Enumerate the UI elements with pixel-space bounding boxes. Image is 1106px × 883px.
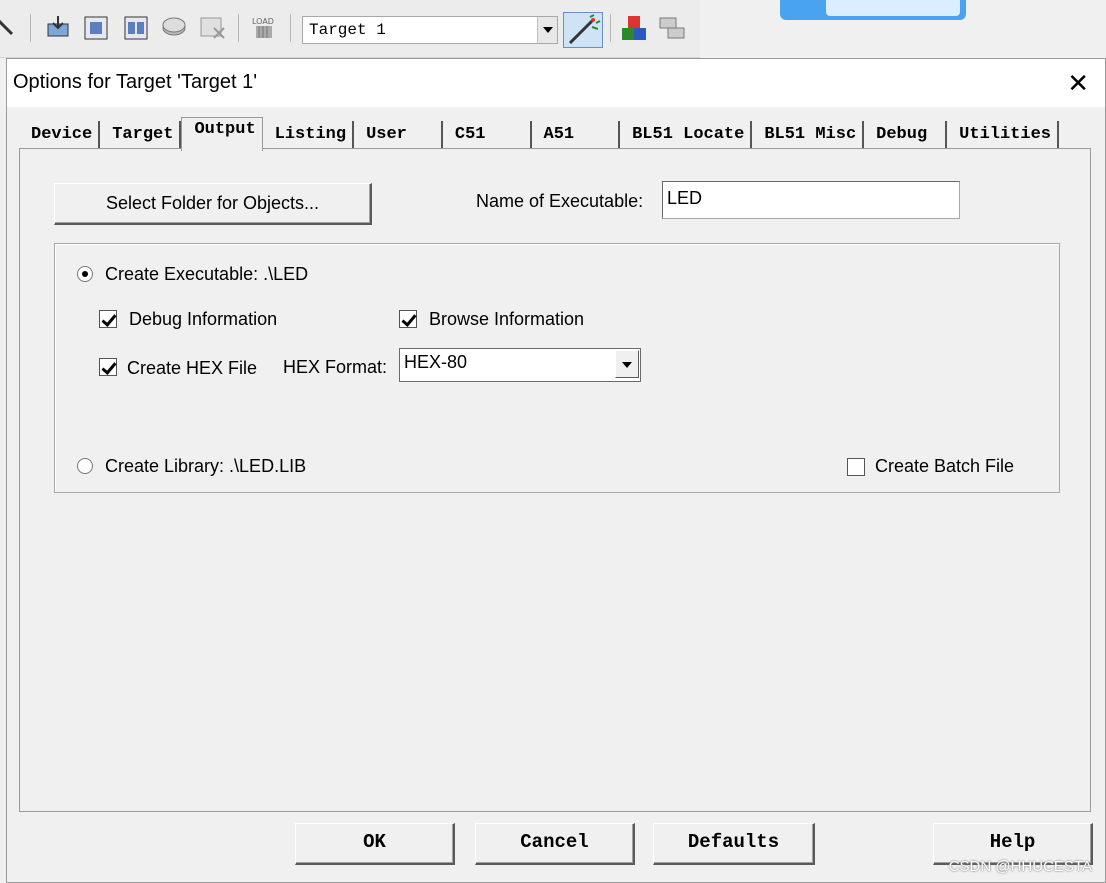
tab-bl51-locate[interactable]: BL51 Locate bbox=[620, 121, 753, 149]
create-batch-checkbox[interactable] bbox=[847, 458, 865, 476]
create-hex-label: Create HEX File bbox=[127, 358, 258, 378]
select-packs-icon[interactable] bbox=[658, 14, 686, 42]
tab-debug[interactable]: Debug bbox=[864, 121, 948, 149]
hex-format-label: HEX Format: bbox=[283, 357, 388, 377]
browse-info-label: Browse Information bbox=[429, 309, 585, 329]
create-batch-label: Create Batch File bbox=[875, 456, 1015, 476]
help-label: Help bbox=[989, 831, 1036, 853]
create-hex-checkbox[interactable] bbox=[99, 358, 117, 376]
tab-utilities[interactable]: Utilities bbox=[947, 121, 1059, 149]
target-options-icon[interactable] bbox=[563, 12, 603, 48]
external-banner bbox=[780, 0, 966, 20]
manage-components-icon[interactable] bbox=[620, 14, 648, 42]
debug-info-checkbox[interactable] bbox=[99, 310, 117, 328]
tab-target[interactable]: Target bbox=[100, 121, 182, 149]
select-folder-button[interactable]: Select Folder for Objects... bbox=[54, 183, 372, 225]
chevron-down-icon[interactable] bbox=[537, 17, 557, 43]
batch-build-icon[interactable] bbox=[160, 14, 188, 42]
arrow-icon[interactable] bbox=[0, 14, 22, 42]
build-icon[interactable] bbox=[82, 14, 110, 42]
create-library-radio[interactable] bbox=[77, 458, 93, 474]
banner-inner bbox=[826, 0, 960, 16]
toolbar-separator bbox=[290, 14, 291, 42]
tab-user[interactable]: User bbox=[354, 121, 443, 149]
cancel-button[interactable]: Cancel bbox=[475, 823, 635, 865]
tab-c51[interactable]: C51 bbox=[443, 121, 532, 149]
load-icon[interactable]: LOAD bbox=[250, 14, 278, 42]
toolbar-separator bbox=[610, 14, 611, 42]
watermark-text: CSDN @HHUCESTA bbox=[948, 858, 1092, 875]
defaults-label: Defaults bbox=[687, 831, 780, 853]
browse-info-checkbox[interactable] bbox=[399, 310, 417, 328]
options-dialog: Options for Target 'Target 1' ✕ Device T… bbox=[6, 58, 1106, 883]
download-icon[interactable] bbox=[44, 14, 72, 42]
defaults-button[interactable]: Defaults bbox=[653, 823, 815, 865]
hex-format-value: HEX-80 bbox=[404, 352, 468, 372]
create-library-label: Create Library: .\LED.LIB bbox=[105, 456, 307, 476]
dialog-title: Options for Target 'Target 1' bbox=[13, 71, 258, 93]
ok-label: OK bbox=[363, 831, 386, 853]
create-executable-radio[interactable] bbox=[77, 266, 93, 282]
chevron-down-icon[interactable] bbox=[615, 350, 639, 378]
hex-format-select[interactable]: HEX-80 bbox=[399, 348, 641, 382]
tab-output[interactable]: Output bbox=[181, 117, 263, 151]
stop-build-icon[interactable] bbox=[198, 14, 226, 42]
target-select-value: Target 1 bbox=[309, 21, 386, 39]
cancel-label: Cancel bbox=[520, 831, 589, 853]
tab-strip: Device Target Output Listing User C51 A5… bbox=[19, 117, 1059, 151]
debug-info-label: Debug Information bbox=[129, 309, 278, 329]
close-icon[interactable]: ✕ bbox=[1067, 67, 1089, 99]
svg-text:LOAD: LOAD bbox=[252, 17, 274, 26]
select-folder-label: Select Folder for Objects... bbox=[105, 193, 320, 213]
tab-a51[interactable]: A51 bbox=[532, 121, 621, 149]
tab-bl51-misc[interactable]: BL51 Misc bbox=[752, 121, 865, 149]
output-tab-page: Select Folder for Objects... Name of Exe… bbox=[19, 148, 1091, 812]
main-toolbar: LOAD Target 1 bbox=[0, 0, 700, 58]
create-executable-label: Create Executable: .\LED bbox=[105, 264, 309, 284]
name-of-executable-label: Name of Executable: bbox=[476, 191, 644, 211]
tab-device[interactable]: Device bbox=[19, 121, 101, 149]
rebuild-icon[interactable] bbox=[122, 14, 150, 42]
ok-button[interactable]: OK bbox=[295, 823, 455, 865]
tab-listing[interactable]: Listing bbox=[263, 121, 355, 149]
toolbar-separator bbox=[238, 14, 239, 42]
output-groupbox: Create Executable: .\LED Debug Informati… bbox=[54, 243, 1060, 493]
dialog-titlebar: Options for Target 'Target 1' ✕ bbox=[7, 59, 1105, 107]
toolbar-separator bbox=[30, 14, 31, 42]
name-of-executable-field[interactable]: LED bbox=[662, 181, 960, 219]
target-select[interactable]: Target 1 bbox=[302, 16, 558, 44]
